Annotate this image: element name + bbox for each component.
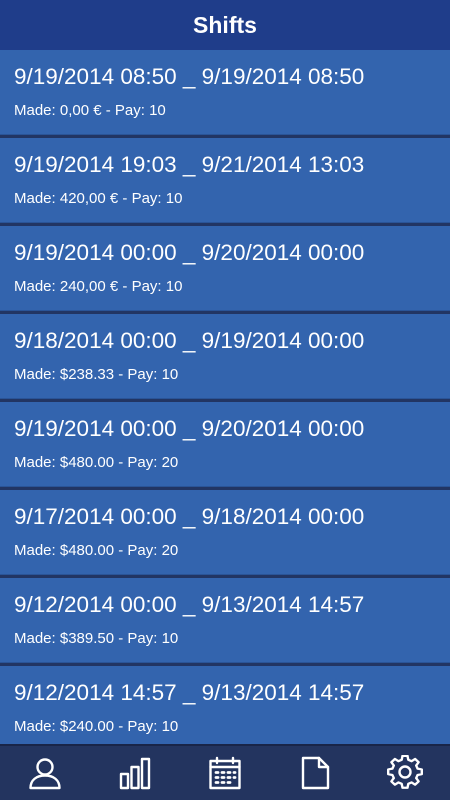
shift-range: 9/19/2014 19:03 _ 9/21/2014 13:03 <box>14 152 365 177</box>
app-window: Shifts 9/19/2014 08:50 _ 9/19/2014 08:50… <box>0 0 450 800</box>
shift-range: 9/17/2014 00:00 _ 9/18/2014 00:00 <box>14 504 365 529</box>
shift-row[interactable]: 9/12/2014 00:00 _ 9/13/2014 14:57 Made: … <box>0 578 450 663</box>
shift-range: 9/19/2014 00:00 _ 9/20/2014 00:00 <box>14 240 365 265</box>
page-title: Shifts <box>193 11 257 38</box>
shift-range: 9/18/2014 00:00 _ 9/19/2014 00:00 <box>14 328 365 353</box>
shift-list[interactable]: 9/19/2014 08:50 _ 9/19/2014 08:50 Made: … <box>0 50 450 744</box>
bottom-tab-bar <box>0 744 450 800</box>
shift-row[interactable]: 9/12/2014 14:57 _ 9/13/2014 14:57 Made: … <box>0 666 450 744</box>
shift-row[interactable]: 9/19/2014 00:00 _ 9/20/2014 00:00 Made: … <box>0 402 450 487</box>
document-icon <box>301 756 330 790</box>
shift-row[interactable]: 9/18/2014 00:00 _ 9/19/2014 00:00 Made: … <box>0 314 450 399</box>
shift-range: 9/19/2014 00:00 _ 9/20/2014 00:00 <box>14 416 365 441</box>
tab-profile[interactable] <box>0 746 90 800</box>
shift-row[interactable]: 9/19/2014 00:00 _ 9/20/2014 00:00 Made: … <box>0 226 450 311</box>
person-icon <box>29 758 61 790</box>
gear-icon <box>387 755 423 789</box>
calendar-icon <box>209 756 241 790</box>
tab-reports[interactable] <box>270 746 360 800</box>
app-header: Shifts <box>0 0 450 50</box>
bar-chart-icon <box>119 757 151 790</box>
shift-detail: Made: $480.00 - Pay: 20 <box>14 542 179 559</box>
tab-statistics[interactable] <box>90 746 180 800</box>
shift-row[interactable]: 9/19/2014 08:50 _ 9/19/2014 08:50 Made: … <box>0 50 450 135</box>
shift-range: 9/12/2014 00:00 _ 9/13/2014 14:57 <box>14 592 365 617</box>
shift-detail: Made: $240.00 - Pay: 10 <box>14 718 179 735</box>
shift-range: 9/12/2014 14:57 _ 9/13/2014 14:57 <box>14 680 365 705</box>
shift-detail: Made: $480.00 - Pay: 20 <box>14 454 179 471</box>
shift-detail: Made: $238.33 - Pay: 10 <box>14 366 179 383</box>
shift-detail: Made: 0,00 € - Pay: 10 <box>14 102 166 119</box>
shift-detail: Made: 240,00 € - Pay: 10 <box>14 278 183 295</box>
shift-row[interactable]: 9/17/2014 00:00 _ 9/18/2014 00:00 Made: … <box>0 490 450 575</box>
shift-range: 9/19/2014 08:50 _ 9/19/2014 08:50 <box>14 64 365 89</box>
shift-detail: Made: 420,00 € - Pay: 10 <box>14 190 183 207</box>
tab-settings[interactable] <box>360 746 450 800</box>
tab-calendar[interactable] <box>180 746 270 800</box>
shift-detail: Made: $389.50 - Pay: 10 <box>14 630 179 647</box>
shift-row[interactable]: 9/19/2014 19:03 _ 9/21/2014 13:03 Made: … <box>0 138 450 223</box>
